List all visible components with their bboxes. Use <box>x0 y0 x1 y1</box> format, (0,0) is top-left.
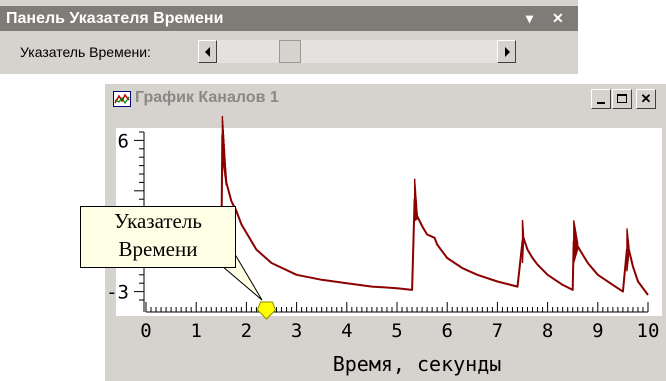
x-tick-label: 6 <box>441 320 452 342</box>
x-axis-label: Время, секунды <box>333 352 502 376</box>
time-pointer-marker[interactable] <box>256 301 277 320</box>
x-tick-label: 2 <box>241 320 252 342</box>
x-tick-label: 0 <box>140 320 151 342</box>
x-tick-label: 9 <box>592 320 603 342</box>
time-pointer-handle[interactable] <box>256 301 277 320</box>
y-tick-label: 6 <box>118 130 129 152</box>
x-tick-label: 5 <box>391 320 402 342</box>
x-tick-label: 8 <box>542 320 553 342</box>
channel-plot[interactable]: 0 1 2 3 4 5 6 7 8 9 10 6 -3 Время, секунды <box>0 0 666 381</box>
x-tick-label: 1 <box>190 320 201 342</box>
time-pointer-callout: Указатель Времени <box>80 206 236 268</box>
callout-line-1: Указатель <box>114 209 202 233</box>
y-tick-label: -3 <box>106 282 129 304</box>
callout-line-2: Времени <box>118 237 198 261</box>
x-tick-label: 4 <box>341 320 352 342</box>
x-tick-label: 3 <box>291 320 302 342</box>
x-tick-label: 7 <box>492 320 503 342</box>
x-tick-label: 10 <box>637 320 660 342</box>
signal-noise <box>521 219 525 263</box>
